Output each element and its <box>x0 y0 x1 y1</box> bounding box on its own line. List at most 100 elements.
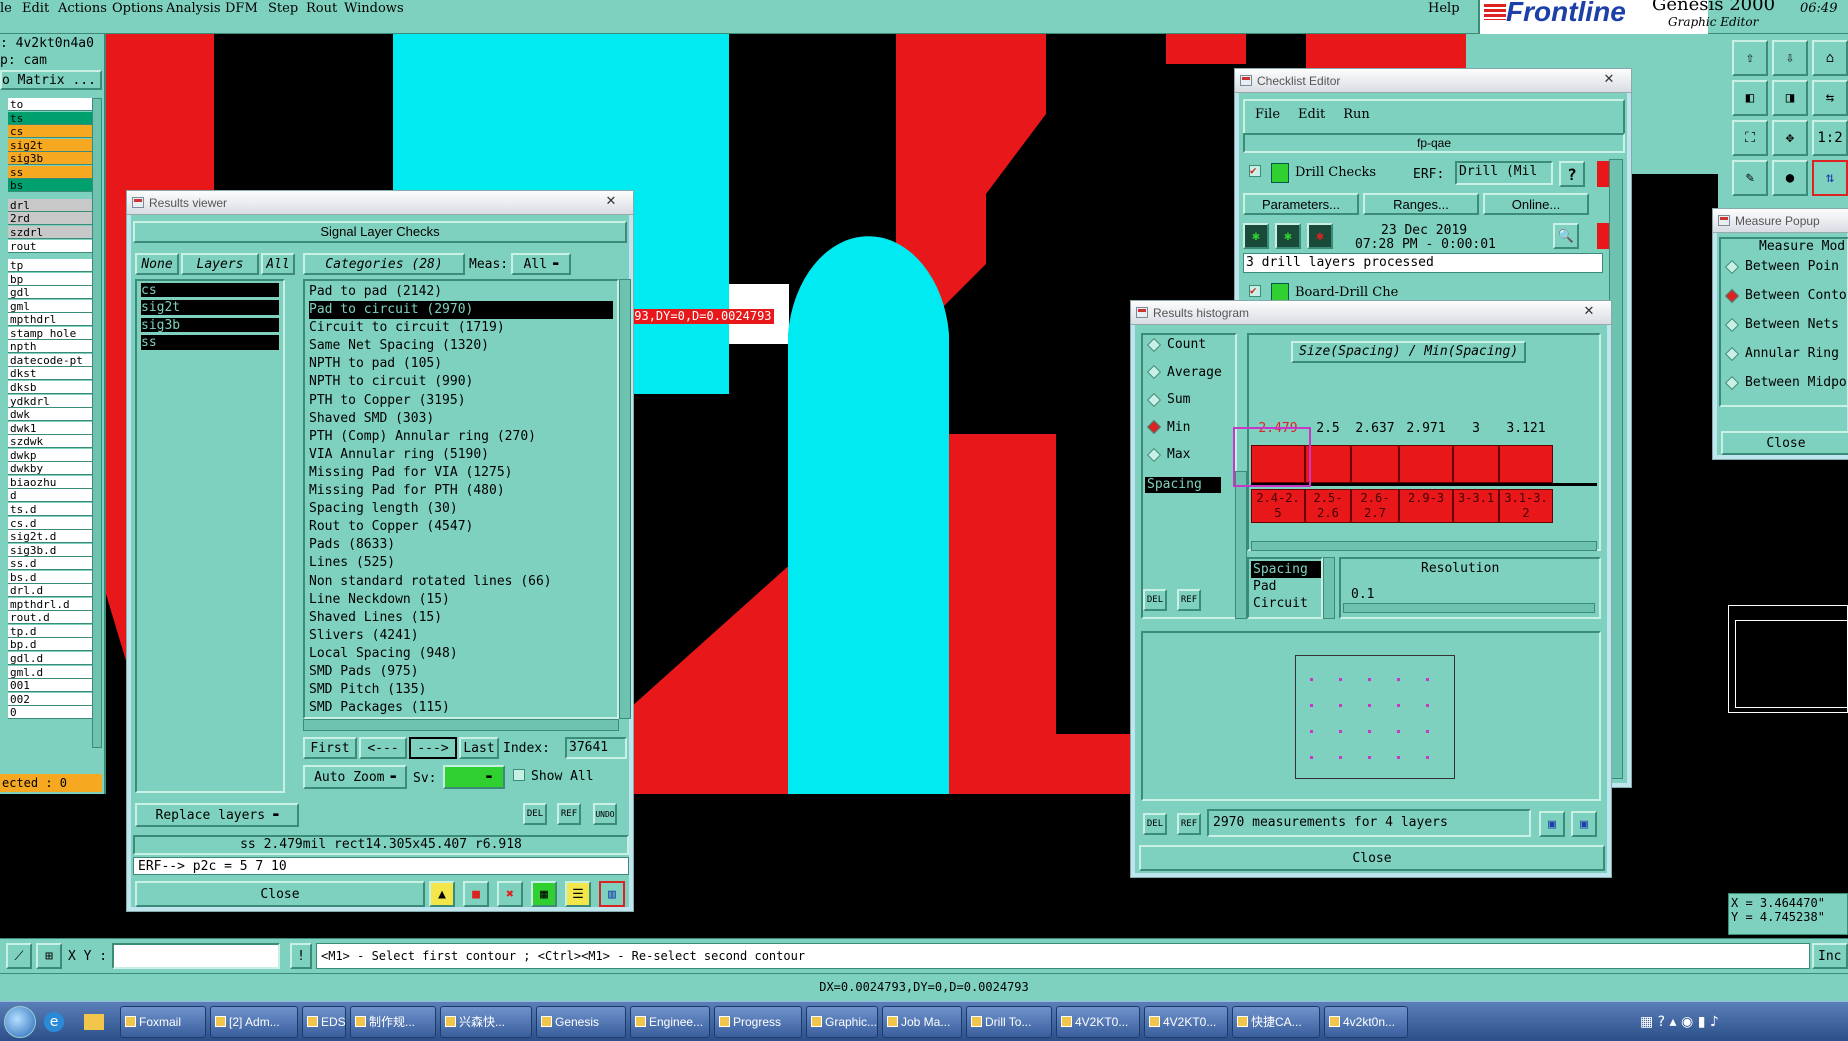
layer-row[interactable]: gdl <box>8 286 92 300</box>
layer-scrollbar[interactable] <box>92 98 102 748</box>
layer-row[interactable]: biaozhu <box>8 475 92 489</box>
layer-row[interactable]: ts.d <box>8 502 92 516</box>
taskbar-item[interactable]: Genesis <box>536 1006 626 1038</box>
prev-button[interactable]: <--- <box>359 737 407 759</box>
ratio-icon[interactable]: 1:2 <box>1812 120 1848 156</box>
ref-button[interactable]: REF <box>557 803 581 825</box>
help-button[interactable]: ? <box>1559 161 1585 187</box>
category-item[interactable]: Line Neckdown (15) <box>309 591 613 609</box>
draw-icon[interactable]: ✎ <box>1732 160 1768 196</box>
stat-option[interactable]: Sum <box>1146 392 1190 407</box>
mini-map[interactable] <box>1728 605 1848 713</box>
category-item[interactable]: Circuit to circuit (1719) <box>309 319 613 337</box>
chart-hscrollbar[interactable] <box>1251 541 1597 551</box>
histogram-bar[interactable] <box>1351 445 1399 483</box>
layers-button[interactable]: Layers <box>181 253 259 275</box>
category-item[interactable]: Pad to circuit (2970) <box>309 301 613 320</box>
category-item[interactable]: SMD Packages (115) <box>309 699 613 717</box>
sv-color-select[interactable]: ▬ <box>443 765 505 789</box>
layer-row[interactable]: to <box>8 98 92 111</box>
layer-row[interactable]: dwk <box>8 408 92 422</box>
stat-option[interactable]: Max <box>1146 447 1190 462</box>
layer-row[interactable]: tp.d <box>8 624 92 638</box>
rv-layer-item[interactable]: cs <box>141 283 279 299</box>
pan-icon[interactable]: ✥ <box>1772 120 1808 156</box>
undo-button[interactable]: UNDO <box>593 803 617 825</box>
measure-mode-option[interactable]: Between Conto <box>1724 288 1847 303</box>
layer-row[interactable]: drl <box>8 198 92 212</box>
checklist-menu-item[interactable]: Edit <box>1298 107 1325 122</box>
measure-popup-titlebar[interactable]: Measure Popup <box>1713 209 1848 233</box>
category-item[interactable]: Shaved Lines (15) <box>309 609 613 627</box>
layer-row[interactable]: tp <box>8 259 92 273</box>
save-icon[interactable]: ⇧ <box>1732 40 1768 76</box>
report-icon[interactable]: ▦ <box>531 881 557 907</box>
category-item[interactable]: PTH (Comp) Annular ring (270) <box>309 428 613 446</box>
stop-run-icon[interactable]: ✱ <box>1307 223 1333 249</box>
taskbar-item[interactable]: Graphic... <box>806 1006 878 1038</box>
matrix-button[interactable]: o Matrix ... <box>0 70 102 90</box>
results-histogram-titlebar[interactable]: Results histogram ✕ <box>1131 301 1611 325</box>
check2-toggle[interactable]: ✔ <box>1249 285 1261 297</box>
layer-row[interactable]: 0 <box>8 706 92 720</box>
taskbar-item[interactable]: EDS工... <box>302 1006 346 1038</box>
category-item[interactable]: Lines (525) <box>309 554 613 572</box>
layer-row[interactable]: dkst <box>8 367 92 381</box>
menu-item[interactable]: Rout <box>306 1 337 16</box>
delete-grid-icon[interactable]: ✖ <box>497 881 523 907</box>
next-button[interactable]: ---> <box>409 737 457 759</box>
layer-row[interactable]: stamp_hole <box>8 326 92 340</box>
options-scrollbar[interactable] <box>1235 471 1247 619</box>
left-icon[interactable]: ◧ <box>1732 80 1768 116</box>
ranges-button[interactable]: Ranges... <box>1363 193 1479 215</box>
layer-row[interactable]: dwkby <box>8 462 92 476</box>
menu-item[interactable]: Analysis <box>166 1 221 16</box>
layer-row[interactable]: ss.d <box>8 557 92 571</box>
category-item[interactable]: Same Net Spacing (1320) <box>309 337 613 355</box>
taskbar-item[interactable]: [2] Adm... <box>210 1006 298 1038</box>
menu-item[interactable]: Step <box>268 1 298 16</box>
run-all-icon[interactable]: ✱ <box>1275 223 1301 249</box>
layer-row[interactable]: rout <box>8 239 92 253</box>
taskbar-item[interactable]: 兴森快... <box>440 1006 532 1038</box>
category-item[interactable]: VIA Annular ring (5190) <box>309 446 613 464</box>
auto-zoom-select[interactable]: Auto Zoom ▬ <box>303 765 407 789</box>
menu-item[interactable]: Options <box>112 1 163 16</box>
show-all-checkbox[interactable] <box>513 769 525 781</box>
checklist-editor-titlebar[interactable]: Checklist Editor ✕ <box>1235 69 1631 93</box>
category-item[interactable]: Missing Pad for PTH (480) <box>309 482 613 500</box>
layer-row[interactable]: mpthdrl <box>8 313 92 327</box>
menu-item[interactable]: Actions <box>58 1 107 16</box>
taskbar-item[interactable]: Drill To... <box>966 1006 1052 1038</box>
categories-button[interactable]: Categories (28) <box>303 253 465 275</box>
category-item[interactable]: Pads (8633) <box>309 536 613 554</box>
type-scrollbar[interactable] <box>1323 557 1335 619</box>
stop-icon[interactable]: ■ <box>463 881 489 907</box>
layer-row[interactable]: mpthdrl.d <box>8 597 92 611</box>
checklist-menu-item[interactable]: File <box>1255 107 1280 122</box>
rv-layer-item[interactable]: sig3b <box>141 317 279 334</box>
layer-row[interactable]: gml <box>8 299 92 313</box>
hist-del-button-2[interactable]: DEL <box>1143 813 1167 835</box>
category-item[interactable]: Missing Pad for VIA (1275) <box>309 464 613 482</box>
list-icon[interactable]: ☰ <box>565 881 591 907</box>
layer-row[interactable]: d <box>8 489 92 503</box>
yield-icon[interactable]: ▲ <box>429 881 455 907</box>
snap-tool-icon[interactable]: ⊞ <box>36 943 62 969</box>
category-item[interactable]: Shaved SMD (303) <box>309 410 613 428</box>
category-item[interactable]: Local Spacing (948) <box>309 645 613 663</box>
category-item[interactable]: Non standard rotated lines (66) <box>309 573 613 591</box>
hist-ref-button-2[interactable]: REF <box>1177 813 1201 835</box>
taskbar-item[interactable]: 4V2KT0... <box>1144 1006 1228 1038</box>
parameters-button[interactable]: Parameters... <box>1243 193 1359 215</box>
layer-row[interactable]: 002 <box>8 692 92 706</box>
browser-icon[interactable]: e <box>44 1012 64 1032</box>
index-input[interactable]: 37641 <box>565 737 627 759</box>
checklist-menu-item[interactable]: Run <box>1343 107 1370 122</box>
histogram-bar[interactable] <box>1399 445 1453 483</box>
layer-row[interactable]: sig2t.d <box>8 530 92 544</box>
online-button[interactable]: Online... <box>1483 193 1589 215</box>
del-button[interactable]: DEL <box>523 803 547 825</box>
layer-row[interactable]: ydkdrl <box>8 394 92 408</box>
start-button-icon[interactable] <box>4 1006 36 1038</box>
